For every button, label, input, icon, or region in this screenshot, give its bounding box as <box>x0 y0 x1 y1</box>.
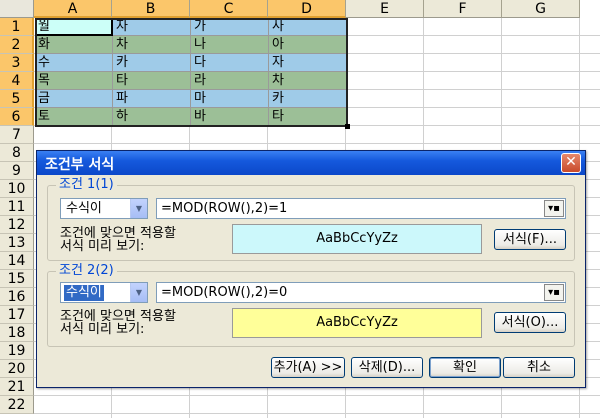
row-header-19[interactable]: 19 <box>0 342 34 360</box>
row-header-9[interactable]: 9 <box>0 162 34 180</box>
condition-2-preview: AaBbCcYyZz <box>232 308 482 338</box>
column-header-b[interactable]: B <box>112 0 190 18</box>
row-header-1[interactable]: 1 <box>0 18 34 36</box>
cell-c5[interactable]: 마 <box>191 90 269 108</box>
cell-d1[interactable]: 사 <box>269 18 347 36</box>
row-header-15[interactable]: 15 <box>0 270 34 288</box>
format-button-1[interactable]: 서식(F)... <box>494 229 566 250</box>
condition-1-type-select[interactable]: 수식이 ▼ <box>60 198 148 219</box>
cell-d6[interactable]: 타 <box>269 108 347 126</box>
row-header-13[interactable]: 13 <box>0 234 34 252</box>
cell-b4[interactable]: 타 <box>113 72 191 90</box>
chevron-down-icon[interactable]: ▼ <box>130 283 147 302</box>
cell-c1[interactable]: 가 <box>191 18 269 36</box>
cell-a3[interactable]: 수 <box>35 54 113 72</box>
row-header-11[interactable]: 11 <box>0 198 34 216</box>
condition-2-formula-value: =MOD(ROW(),2)=0 <box>161 285 288 300</box>
cell-b3[interactable]: 카 <box>113 54 191 72</box>
condition-2-group: 조건 2(2) 수식이 ▼ =MOD(ROW(),2)=0 ▾▪ 조건에 맞으면… <box>47 264 575 347</box>
cell-b2[interactable]: 차 <box>113 36 191 54</box>
cell-b6[interactable]: 하 <box>113 108 191 126</box>
close-icon[interactable]: ✕ <box>561 153 581 173</box>
row-header-12[interactable]: 12 <box>0 216 34 234</box>
range-select-icon[interactable]: ▾▪ <box>544 284 564 301</box>
dialog-title: 조건부 서식 <box>45 157 115 173</box>
condition-1-legend: 조건 1(1) <box>56 178 117 192</box>
format-button-2[interactable]: 서식(O)... <box>494 312 566 333</box>
row-header-7[interactable]: 7 <box>0 126 34 144</box>
column-header-g[interactable]: G <box>502 0 580 18</box>
cell-a4[interactable]: 목 <box>35 72 113 90</box>
row-header-6[interactable]: 6 <box>0 108 34 126</box>
cell-a5[interactable]: 금 <box>35 90 113 108</box>
cell-d3[interactable]: 자 <box>269 54 347 72</box>
condition-1-type-value: 수식이 <box>66 201 102 216</box>
cell-c4[interactable]: 라 <box>191 72 269 90</box>
ok-button[interactable]: 확인 <box>429 357 501 378</box>
cell-d2[interactable]: 아 <box>269 36 347 54</box>
chevron-down-icon[interactable]: ▼ <box>130 199 147 218</box>
cell-a1[interactable]: 월 <box>35 18 113 36</box>
row-header-22[interactable]: 22 <box>0 396 34 414</box>
condition-1-preview-label-2: 서식 미리 보기: <box>60 239 145 254</box>
cell-a6[interactable]: 토 <box>35 108 113 126</box>
column-header-f[interactable]: F <box>424 0 502 18</box>
row-header-2[interactable]: 2 <box>0 36 34 54</box>
condition-2-formula-input[interactable]: =MOD(ROW(),2)=0 ▾▪ <box>156 282 566 303</box>
dialog-titlebar[interactable]: 조건부 서식 ✕ <box>37 151 585 175</box>
row-header-21[interactable]: 21 <box>0 378 34 396</box>
column-header-e[interactable]: E <box>346 0 424 18</box>
row-header-10[interactable]: 10 <box>0 180 34 198</box>
row-header-18[interactable]: 18 <box>0 324 34 342</box>
cell-c6[interactable]: 바 <box>191 108 269 126</box>
add-button[interactable]: 추가(A) >> <box>271 357 345 378</box>
condition-2-type-value: 수식이 <box>64 285 104 301</box>
condition-2-type-select[interactable]: 수식이 ▼ <box>60 282 148 303</box>
cell-c3[interactable]: 다 <box>191 54 269 72</box>
column-header-a[interactable]: A <box>34 0 112 18</box>
column-header-c[interactable]: C <box>190 0 268 18</box>
conditional-format-dialog: 조건부 서식 ✕ 조건 1(1) 수식이 ▼ =MOD(ROW(),2)=1 ▾… <box>36 150 586 388</box>
row-header-4[interactable]: 4 <box>0 72 34 90</box>
cell-d4[interactable]: 차 <box>269 72 347 90</box>
condition-2-legend: 조건 2(2) <box>56 264 117 278</box>
range-select-icon[interactable]: ▾▪ <box>544 200 564 217</box>
row-header-8[interactable]: 8 <box>0 144 34 162</box>
select-all-corner[interactable] <box>0 0 34 18</box>
cancel-button[interactable]: 취소 <box>503 357 575 378</box>
cell-c2[interactable]: 나 <box>191 36 269 54</box>
condition-2-preview-label-2: 서식 미리 보기: <box>60 322 145 337</box>
fill-handle[interactable] <box>345 124 350 129</box>
row-header-16[interactable]: 16 <box>0 288 34 306</box>
row-header-17[interactable]: 17 <box>0 306 34 324</box>
condition-1-formula-input[interactable]: =MOD(ROW(),2)=1 ▾▪ <box>156 198 566 219</box>
row-header-5[interactable]: 5 <box>0 90 34 108</box>
cell-b5[interactable]: 파 <box>113 90 191 108</box>
row-header-3[interactable]: 3 <box>0 54 34 72</box>
delete-button[interactable]: 삭제(D)... <box>351 357 423 378</box>
column-header-d[interactable]: D <box>268 0 346 18</box>
condition-1-group: 조건 1(1) 수식이 ▼ =MOD(ROW(),2)=1 ▾▪ 조건에 맞으면… <box>47 178 575 261</box>
condition-1-preview: AaBbCcYyZz <box>232 224 482 254</box>
row-header-20[interactable]: 20 <box>0 360 34 378</box>
row-header-14[interactable]: 14 <box>0 252 34 270</box>
cell-a2[interactable]: 화 <box>35 36 113 54</box>
cell-d5[interactable]: 카 <box>269 90 347 108</box>
cell-b1[interactable]: 자 <box>113 18 191 36</box>
condition-1-formula-value: =MOD(ROW(),2)=1 <box>161 201 288 216</box>
